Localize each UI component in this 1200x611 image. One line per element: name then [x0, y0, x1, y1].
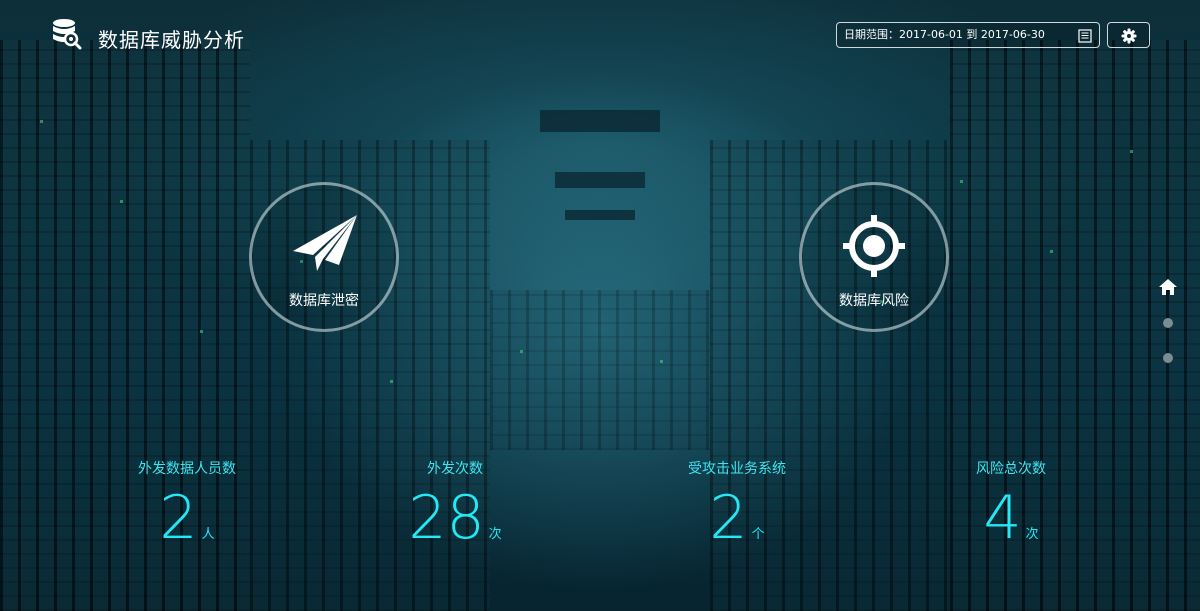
gear-icon [1121, 28, 1137, 44]
nav-dot-1[interactable] [1163, 318, 1173, 328]
stat-value: 2 [159, 483, 198, 553]
date-range-text: 日期范围：2017-06-01 到 2017-06-30 [844, 28, 1045, 41]
home-icon[interactable] [1158, 278, 1178, 296]
database-search-icon [52, 18, 82, 50]
settings-button[interactable] [1107, 22, 1150, 48]
date-range-picker[interactable]: 日期范围：2017-06-01 到 2017-06-30 [836, 22, 1100, 48]
stat-unit: 次 [1025, 527, 1039, 542]
module-label: 数据库泄密 [289, 293, 359, 309]
stat-outbound-count: 外发次数 28 次 [355, 458, 555, 548]
top-header: 数据库威胁分析 日期范围：2017-06-01 到 2017-06-30 [0, 0, 1200, 72]
app-title: 数据库威胁分析 [98, 28, 245, 52]
stat-attacked-systems: 受攻击业务系统 2个 [637, 458, 837, 548]
list-calendar-icon[interactable] [1078, 28, 1092, 43]
target-icon [841, 213, 907, 283]
paper-plane-icon [289, 213, 359, 279]
stat-risk-total: 风险总次数 4次 [911, 458, 1111, 548]
stat-unit: 个 [751, 527, 765, 542]
stat-unit: 人 [201, 527, 215, 542]
nav-dot-2[interactable] [1163, 353, 1173, 363]
database-risk-module[interactable]: 数据库风险 [799, 182, 949, 332]
stat-label: 风险总次数 [976, 461, 1046, 477]
stat-label: 外发次数 [427, 461, 483, 477]
stat-label: 受攻击业务系统 [688, 461, 786, 477]
stat-value: 28 [408, 483, 485, 553]
stat-value: 2 [709, 483, 748, 553]
stat-outbound-users: 外发数据人员数 2人 [87, 458, 287, 548]
stat-unit: 次 [488, 527, 502, 542]
module-label: 数据库风险 [839, 293, 909, 309]
database-leak-module[interactable]: 数据库泄密 [249, 182, 399, 332]
stat-label: 外发数据人员数 [138, 461, 236, 477]
stat-value: 4 [983, 483, 1022, 553]
